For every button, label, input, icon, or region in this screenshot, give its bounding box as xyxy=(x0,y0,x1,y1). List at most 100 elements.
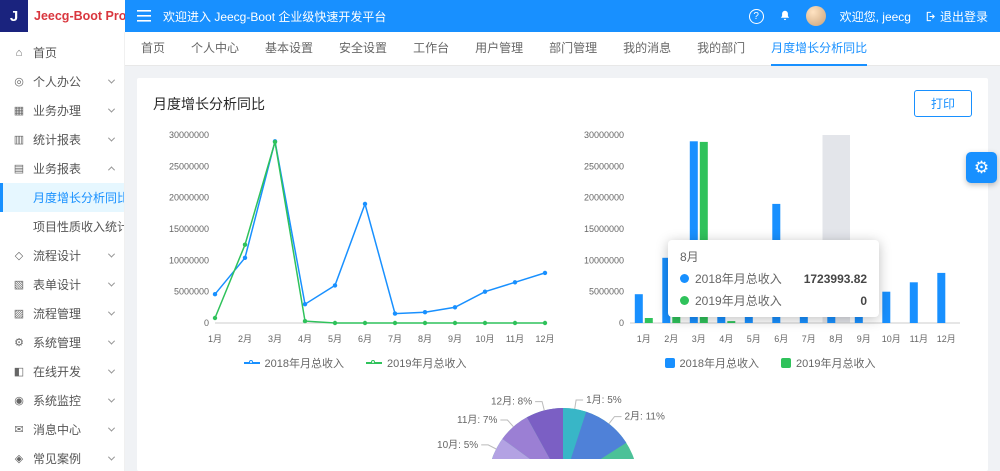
help-icon[interactable]: ? xyxy=(748,8,764,24)
svg-text:8月: 8月 xyxy=(829,334,843,344)
legend-item[interactable]: 2018年月总收入 xyxy=(664,355,759,371)
legend-label: 2018年月总收入 xyxy=(264,358,344,370)
svg-text:10月: 10月 xyxy=(475,334,494,344)
sidebar-item-online-dev[interactable]: ◧ 在线开发 xyxy=(0,357,124,386)
tab-basic-settings[interactable]: 基本设置 xyxy=(265,32,313,66)
sidebar-subitem-monthly-growth-analysis[interactable]: 月度增长分析同比 xyxy=(0,183,124,212)
top-header: J Jeecg-Boot Pro 欢迎进入 Jeecg-Boot 企业级快速开发… xyxy=(0,0,1000,32)
monitor-icon: ◉ xyxy=(14,395,24,407)
svg-text:5000000: 5000000 xyxy=(589,287,624,297)
legend-item[interactable]: 2018年月总收入 xyxy=(243,355,344,371)
sidebar-item-home[interactable]: ⌂ 首页 xyxy=(0,38,124,67)
svg-text:30000000: 30000000 xyxy=(169,130,209,140)
svg-text:12月: 8%: 12月: 8% xyxy=(490,396,531,408)
tab-security-settings[interactable]: 安全设置 xyxy=(339,32,387,66)
line-chart-plot[interactable]: 0 5000000 10000000 15000000 20000000 25000000… xyxy=(153,125,557,353)
bell-icon[interactable] xyxy=(778,9,792,23)
sidebar-item-label: 统计报表 xyxy=(33,133,82,147)
sidebar-item-process-design[interactable]: ◇ 流程设计 xyxy=(0,241,124,270)
sidebar-item-label: 系统监控 xyxy=(33,394,82,408)
chevron-down-icon xyxy=(107,453,116,461)
legend-label: 2019年月总收入 xyxy=(387,358,467,370)
sidebar-item-label: 流程管理 xyxy=(33,307,82,321)
main-layout: ⌂ 首页 ◎ 个人办公 ▦ 业务办理 ▥ 统计报表 ▤ 业务报表 月度增长分析同比 项目性质收入统计 ◇… xyxy=(0,32,1000,471)
page-title: 月度增长分析同比 xyxy=(153,95,265,112)
sidebar-item-stats-report[interactable]: ▥ 统计报表 xyxy=(0,125,124,154)
header-actions: ? 欢迎您, jeecg 退出登录 xyxy=(748,6,988,26)
tab-user-mgmt[interactable]: 用户管理 xyxy=(475,32,523,66)
flow-icon: ◇ xyxy=(14,250,24,262)
pie-chart[interactable]: 1月: 5% 2月: 11% 12月: 8% 11月: 7% 10月: 5% xyxy=(363,383,763,459)
tab-my-messages[interactable]: 我的消息 xyxy=(623,32,671,66)
card-header: 月度增长分析同比 打印 xyxy=(153,90,972,117)
svg-text:15000000: 15000000 xyxy=(584,224,624,234)
svg-text:4月: 4月 xyxy=(298,334,312,344)
svg-text:9月: 9月 xyxy=(448,334,462,344)
sidebar-item-personal-office[interactable]: ◎ 个人办公 xyxy=(0,67,124,96)
code-icon: ◧ xyxy=(13,366,25,378)
legend-label: 2019年月总收入 xyxy=(796,358,876,370)
sidebar-item-common-examples[interactable]: ◈ 常见案例 xyxy=(0,444,124,471)
sidebar-item-system-mgmt[interactable]: ⚙ 系统管理 xyxy=(0,328,124,357)
tab-dept-mgmt[interactable]: 部门管理 xyxy=(549,32,597,66)
svg-text:12月: 12月 xyxy=(937,334,956,344)
svg-text:1月: 1月 xyxy=(208,334,222,344)
gear-icon: ⚙ xyxy=(14,337,24,349)
svg-text:6月: 6月 xyxy=(774,334,788,344)
svg-text:12月: 12月 xyxy=(535,334,554,344)
svg-text:10000000: 10000000 xyxy=(169,255,209,265)
svg-text:0: 0 xyxy=(204,318,209,328)
svg-text:3月: 3月 xyxy=(268,334,282,344)
content-column: 首页 个人中心 基本设置 安全设置 工作台 用户管理 部门管理 我的消息 我的部门 月度增长分析同… xyxy=(125,32,1000,471)
app-root: J Jeecg-Boot Pro 欢迎进入 Jeecg-Boot 企业级快速开发… xyxy=(0,0,1000,471)
bar-chart[interactable]: 0 5000000 10000000 15000000 20000000 25000000… xyxy=(568,125,972,371)
sidebar-subitem-project-income-stats[interactable]: 项目性质收入统计 xyxy=(0,212,124,241)
svg-text:5月: 5月 xyxy=(328,334,342,344)
settings-button[interactable]: ⚙ xyxy=(966,152,997,183)
svg-text:7月: 7月 xyxy=(388,334,402,344)
legend-item[interactable]: 2019年月总收入 xyxy=(781,355,875,371)
sidebar-item-business-report[interactable]: ▤ 业务报表 xyxy=(0,154,124,183)
mail-icon: ✉ xyxy=(14,424,24,436)
legend-label: 2018年月总收入 xyxy=(679,358,759,370)
svg-text:15000000: 15000000 xyxy=(169,224,209,234)
sidebar-item-form-design[interactable]: ▧ 表单设计 xyxy=(0,270,124,299)
header-bar: 欢迎进入 Jeecg-Boot 企业级快速开发平台 ? 欢迎您, jeecg 退… xyxy=(125,0,1000,32)
pie-chart-plot[interactable]: 1月: 5% 2月: 11% 12月: 8% 11月: 7% 10月: 5% xyxy=(363,383,763,459)
apps-icon: ▦ xyxy=(13,105,25,117)
line-chart-icon: ▤ xyxy=(13,163,25,175)
sidebar-item-label: 表单设计 xyxy=(33,278,82,292)
svg-text:3月: 3月 xyxy=(692,334,706,344)
svg-text:10000000: 10000000 xyxy=(584,255,624,265)
sidebar: ⌂ 首页 ◎ 个人办公 ▦ 业务办理 ▥ 统计报表 ▤ 业务报表 月度增长分析同比 项目性质收入统计 ◇… xyxy=(0,32,125,471)
bulb-icon: ◈ xyxy=(14,453,24,465)
svg-text:11月: 11月 xyxy=(506,334,524,344)
tab-personal-center[interactable]: 个人中心 xyxy=(191,32,239,66)
tab-my-dept[interactable]: 我的部门 xyxy=(697,32,745,66)
line-chart[interactable]: 0 5000000 10000000 15000000 20000000 25000000… xyxy=(153,125,557,371)
menu-collapse-icon[interactable] xyxy=(137,10,151,22)
chevron-up-icon xyxy=(107,166,116,174)
bar-chart-plot[interactable]: 0 5000000 10000000 15000000 20000000 25000000… xyxy=(568,125,972,353)
sidebar-item-business-handling[interactable]: ▦ 业务办理 xyxy=(0,96,124,125)
svg-text:2月: 2月 xyxy=(664,334,678,344)
bar-chart-icon: ▥ xyxy=(13,134,25,146)
tab-workbench[interactable]: 工作台 xyxy=(413,32,449,66)
tab-monthly-growth[interactable]: 月度增长分析同比 xyxy=(771,32,868,66)
avatar[interactable] xyxy=(805,6,826,26)
sidebar-item-process-mgmt[interactable]: ▨ 流程管理 xyxy=(0,299,124,328)
chevron-down-icon xyxy=(107,308,116,316)
svg-text:4月: 4月 xyxy=(719,334,733,344)
chevron-down-icon xyxy=(107,395,116,403)
logout-button[interactable]: 退出登录 xyxy=(925,8,988,25)
tab-home[interactable]: 首页 xyxy=(141,32,165,66)
sidebar-item-message-center[interactable]: ✉ 消息中心 xyxy=(0,415,124,444)
print-button[interactable]: 打印 xyxy=(913,90,972,117)
app-logo[interactable]: J Jeecg-Boot Pro xyxy=(0,0,126,32)
sidebar-item-label: 系统管理 xyxy=(33,336,82,350)
cluster-icon: ▨ xyxy=(13,308,25,320)
content-area: 月度增长分析同比 打印 0 5000000 10000000 15000000 2000… xyxy=(125,66,1000,471)
legend-item[interactable]: 2019年月总收入 xyxy=(366,355,466,371)
chevron-down-icon xyxy=(107,279,116,287)
sidebar-item-system-monitor[interactable]: ◉ 系统监控 xyxy=(0,386,124,415)
